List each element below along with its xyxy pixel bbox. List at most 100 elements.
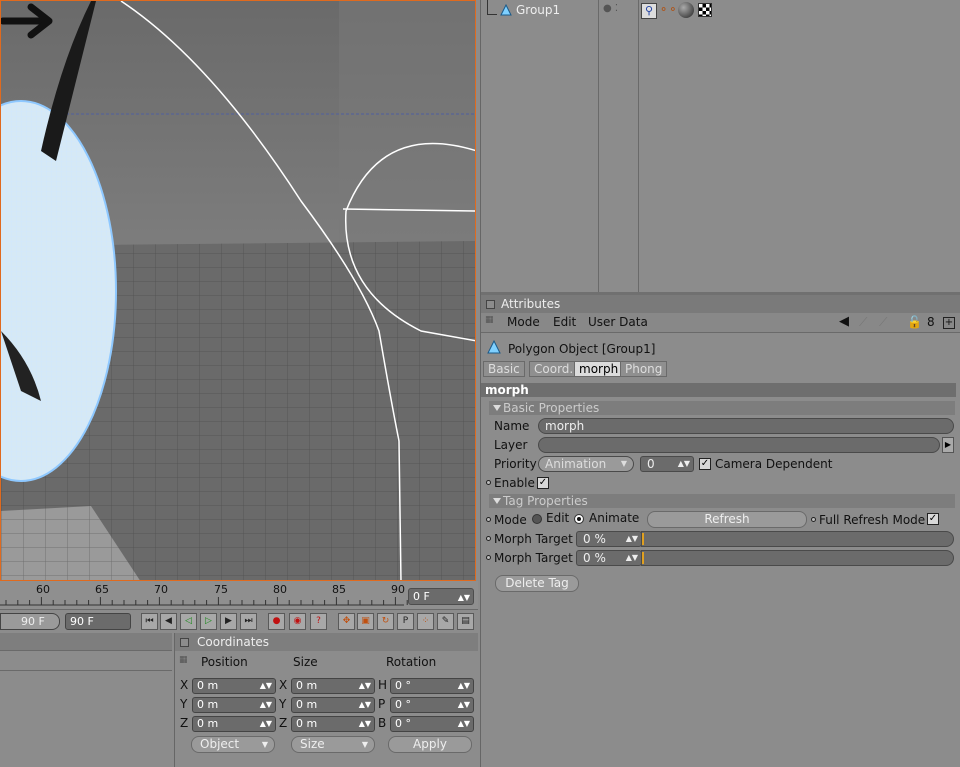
refresh-button[interactable]: Refresh	[647, 511, 807, 528]
spinner-icon[interactable]: ▲▼	[458, 698, 470, 712]
size-x-field[interactable]: 0 m ▲▼	[291, 678, 375, 694]
group-basic-properties[interactable]: Basic Properties	[489, 401, 955, 415]
play-backward-button[interactable]: ◁	[180, 613, 197, 630]
morph-tag-icon[interactable]: ⚲	[641, 3, 657, 19]
morph-target-field[interactable]: 0 % ▲▼	[576, 550, 642, 566]
material-tag-icon[interactable]	[678, 2, 694, 18]
object-name[interactable]: Group1	[516, 3, 560, 17]
panel-toggle-icon[interactable]	[180, 638, 189, 647]
animation-dot-icon[interactable]	[486, 555, 491, 560]
animation-dot-icon[interactable]	[486, 517, 491, 522]
go-to-start-button[interactable]: ⏮	[141, 613, 158, 630]
spinner-icon[interactable]: ▲▼	[359, 698, 371, 712]
rotation-p-field[interactable]: 0 ° ▲▼	[390, 697, 474, 713]
apply-button[interactable]: Apply	[388, 736, 472, 753]
morph-target-slider[interactable]	[641, 550, 954, 566]
animation-dot-icon[interactable]	[486, 536, 491, 541]
priority-number-field[interactable]: 0 ▲▼	[640, 456, 694, 472]
play-forward-button[interactable]: ▷	[200, 613, 217, 630]
mode-label: Mode	[494, 513, 527, 527]
go-to-end-button[interactable]: ⏭	[240, 613, 257, 630]
animation-dot-icon[interactable]	[811, 517, 816, 522]
spinner-icon[interactable]: ▲▼	[359, 717, 371, 731]
point-level-icon[interactable]: ⁘	[417, 613, 434, 630]
mode-edit-radio[interactable]	[532, 514, 542, 524]
up-arrow-icon[interactable]: ⟋	[879, 315, 887, 330]
panel-toggle-icon[interactable]	[486, 300, 495, 309]
slider-handle[interactable]	[642, 552, 644, 564]
size-z-field[interactable]: 0 m ▲▼	[291, 716, 375, 732]
uvw-tag-icon[interactable]	[698, 3, 712, 17]
group-tag-properties[interactable]: Tag Properties	[489, 494, 955, 508]
rotation-b-field[interactable]: 0 ° ▲▼	[390, 716, 474, 732]
layer-arrow-icon[interactable]: ▶	[942, 437, 954, 453]
position-y-field[interactable]: 0 m ▲▼	[192, 697, 276, 713]
name-field[interactable]: morph	[538, 418, 954, 434]
size-y-field[interactable]: 0 m ▲▼	[291, 697, 375, 713]
scheme-icon[interactable]: ▤	[457, 613, 474, 630]
spinner-icon[interactable]: ▲▼	[678, 457, 690, 471]
visibility-dots-icon[interactable]: ● ⁚	[603, 3, 618, 14]
menu-mode[interactable]: Mode	[507, 315, 540, 329]
keyframe-selection-button[interactable]: ?	[310, 613, 327, 630]
position-x-field[interactable]: 0 m ▲▼	[192, 678, 276, 694]
position-x-value: 0 m	[197, 679, 219, 692]
spinner-icon[interactable]: ▲▼	[260, 717, 272, 731]
previous-key-button[interactable]: ◀	[160, 613, 177, 630]
parameter-key-icon[interactable]: P	[397, 613, 414, 630]
timeline-tick-label: 80	[273, 583, 287, 596]
tab-coord[interactable]: Coord.	[529, 361, 579, 377]
timeline-ruler[interactable]: 60 65 70 75 80 85 90	[0, 581, 478, 610]
camera-dependent-checkbox[interactable]: ✓	[699, 458, 711, 470]
rotate-key-icon[interactable]: ↻	[377, 613, 394, 630]
next-key-button[interactable]: ▶	[220, 613, 237, 630]
viewport-3d[interactable]	[0, 0, 476, 581]
spinner-icon[interactable]: ▲▼	[458, 679, 470, 693]
record-button[interactable]: ●	[268, 613, 285, 630]
enable-checkbox[interactable]: ✓	[537, 477, 549, 489]
rotation-h-field[interactable]: 0 ° ▲▼	[390, 678, 474, 694]
spinner-icon[interactable]: ▲▼	[626, 551, 638, 565]
spinner-icon[interactable]: ▲▼	[359, 679, 371, 693]
size-mode-select[interactable]: Size ▼	[291, 736, 375, 753]
mode-animate-label: Animate	[589, 511, 640, 525]
scale-key-icon[interactable]: ▣	[357, 613, 374, 630]
tab-morph[interactable]: morph	[574, 361, 624, 377]
lock-icon[interactable]: 🔓	[907, 315, 922, 329]
move-key-icon[interactable]: ✥	[338, 613, 355, 630]
points-tag-icon[interactable]: ⚬⚬	[659, 3, 677, 19]
spinner-icon[interactable]: ▲▼	[260, 679, 272, 693]
back-arrow-icon[interactable]: ◀	[839, 314, 849, 329]
new-manager-icon[interactable]: +	[943, 317, 955, 329]
priority-select[interactable]: Animation ▼	[538, 456, 634, 472]
size-mode-value: Size	[300, 737, 325, 751]
priority-number-value: 0	[647, 457, 655, 471]
morph-target-field[interactable]: 0 % ▲▼	[576, 531, 642, 547]
pla-icon[interactable]: ✎	[437, 613, 454, 630]
spinner-icon[interactable]: ▲▼	[260, 698, 272, 712]
mode-animate-radio[interactable]	[574, 514, 584, 524]
timeline-tick-label: 75	[214, 583, 228, 596]
end-frame-slider[interactable]: 90 F	[0, 613, 60, 630]
morph-target-slider[interactable]	[641, 531, 954, 547]
autokey-button[interactable]: ◉	[289, 613, 306, 630]
current-frame-field[interactable]: 0 F ▲▼	[408, 588, 474, 605]
link-icon[interactable]: 8	[927, 315, 935, 329]
spinner-icon[interactable]: ▲▼	[458, 717, 470, 731]
position-z-field[interactable]: 0 m ▲▼	[192, 716, 276, 732]
slider-handle[interactable]	[642, 533, 644, 545]
tab-phong[interactable]: Phong	[620, 361, 668, 377]
coordinate-mode-select[interactable]: Object ▼	[191, 736, 275, 753]
animation-dot-icon[interactable]	[486, 480, 491, 485]
tab-basic[interactable]: Basic	[483, 361, 525, 377]
position-z-value: 0 m	[197, 717, 219, 730]
full-refresh-checkbox[interactable]: ✓	[927, 513, 939, 525]
delete-tag-button[interactable]: Delete Tag	[495, 575, 579, 592]
forward-arrow-icon[interactable]: ⟋	[859, 315, 867, 330]
menu-edit[interactable]: Edit	[553, 315, 576, 329]
menu-user-data[interactable]: User Data	[588, 315, 648, 329]
spinner-icon[interactable]: ▲▼	[626, 532, 638, 546]
end-frame-field[interactable]: 90 F	[65, 613, 131, 630]
spinner-icon[interactable]: ▲▼	[458, 590, 470, 605]
layer-field[interactable]	[538, 437, 940, 453]
